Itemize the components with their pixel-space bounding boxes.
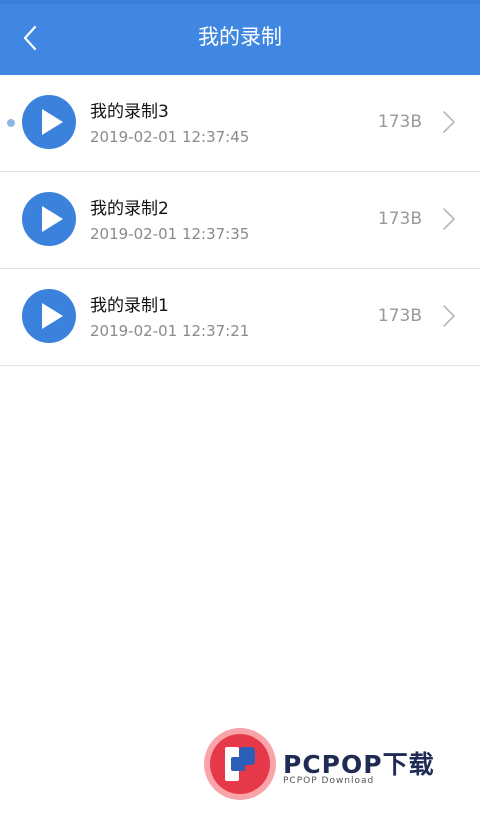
- chevron-right-icon: [443, 305, 455, 327]
- recording-datetime: 2019-02-01 12:37:21: [90, 322, 250, 340]
- recording-size: 173B: [377, 112, 422, 132]
- recording-name: 我的录制2: [90, 199, 169, 219]
- play-icon[interactable]: [22, 289, 76, 343]
- watermark: PCPOP下载 PCPOP Download: [203, 727, 473, 803]
- page-title: 我的录制: [198, 25, 282, 49]
- unread-dot: [7, 119, 15, 127]
- recording-datetime: 2019-02-01 12:37:45: [90, 128, 250, 146]
- chevron-right-icon: [443, 208, 455, 230]
- watermark-sub: PCPOP Download: [283, 776, 375, 786]
- recording-size: 173B: [377, 209, 422, 229]
- chevron-right-icon: [443, 111, 455, 133]
- app-header: 我的录制: [0, 0, 480, 75]
- recording-list: 我的录制3 2019-02-01 12:37:45 173B 我的录制2 201…: [0, 75, 480, 366]
- play-icon[interactable]: [22, 192, 76, 246]
- recording-item-3[interactable]: 我的录制3 2019-02-01 12:37:45 173B: [0, 75, 480, 172]
- pcpop-logo-icon: [204, 728, 276, 800]
- play-icon[interactable]: [22, 95, 76, 149]
- recording-size: 173B: [377, 306, 422, 326]
- recording-datetime: 2019-02-01 12:37:35: [90, 225, 250, 243]
- recording-name: 我的录制1: [90, 296, 169, 316]
- recording-item-2[interactable]: 我的录制2 2019-02-01 12:37:35 173B: [0, 172, 480, 269]
- recording-name: 我的录制3: [90, 102, 169, 122]
- recording-item-1[interactable]: 我的录制1 2019-02-01 12:37:21 173B: [0, 269, 480, 366]
